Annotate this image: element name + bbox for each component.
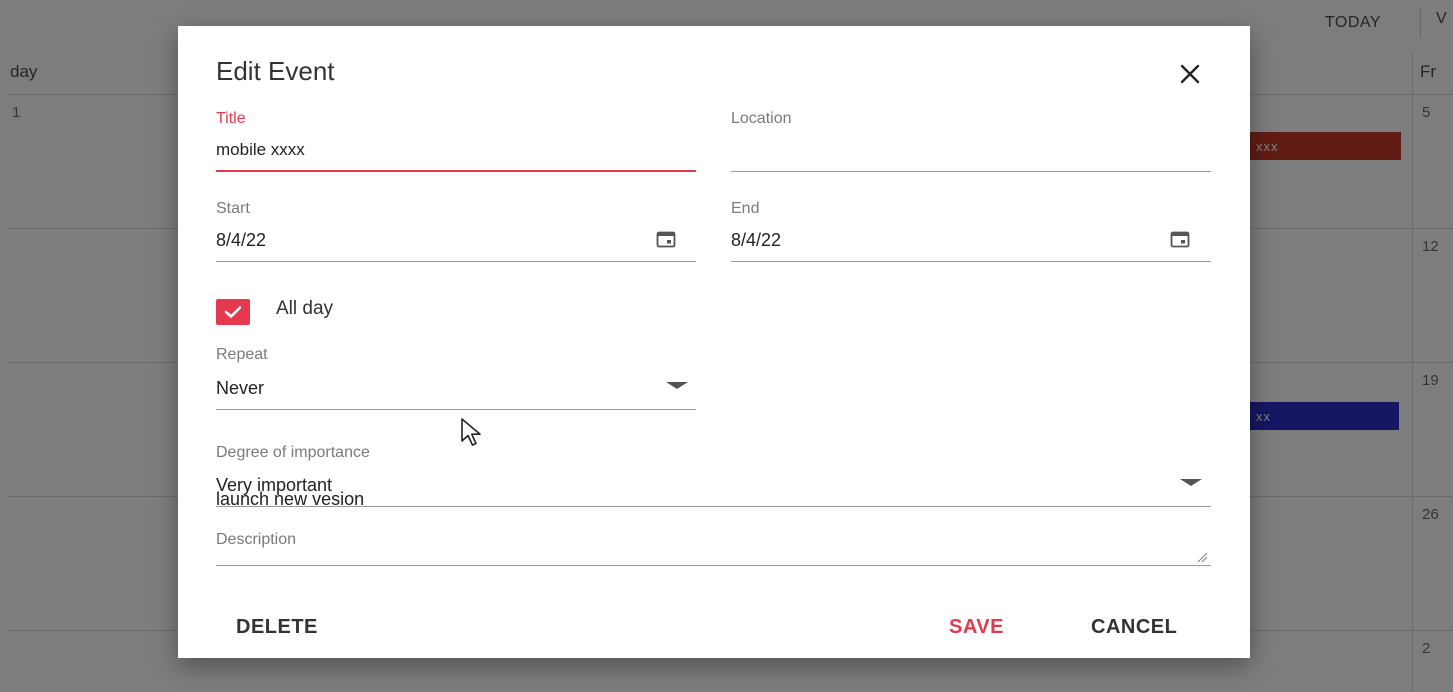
mouse-cursor-icon [461, 418, 481, 446]
end-date-input[interactable]: 8/4/22 [731, 230, 781, 251]
location-field[interactable]: Location [731, 110, 1211, 174]
save-button[interactable]: SAVE [949, 616, 1004, 639]
location-underline [731, 171, 1211, 172]
close-button[interactable] [1176, 60, 1204, 88]
chevron-down-icon[interactable] [666, 382, 688, 389]
importance-underline [216, 506, 1211, 507]
end-underline [731, 261, 1211, 262]
all-day-label[interactable]: All day [276, 298, 333, 320]
dialog-title: Edit Event [216, 56, 335, 86]
title-underline [216, 170, 696, 172]
checkmark-icon [224, 306, 242, 318]
importance-overflow-text: launch new vesion [216, 490, 365, 506]
importance-select[interactable]: Degree of importance Very important laun… [216, 444, 1211, 508]
end-label: End [731, 200, 760, 217]
description-label: Description [216, 531, 297, 548]
end-date-field[interactable]: End 8/4/22 [731, 200, 1211, 264]
calendar-icon[interactable] [656, 230, 676, 248]
repeat-underline [216, 409, 696, 410]
resize-handle-icon[interactable] [1196, 551, 1208, 563]
repeat-value[interactable]: Never [216, 378, 264, 399]
title-label: Title [216, 110, 246, 127]
start-date-field[interactable]: Start 8/4/22 [216, 200, 696, 264]
calendar-icon[interactable] [1170, 230, 1190, 248]
title-field[interactable]: Title mobile xxxx [216, 110, 696, 174]
chevron-down-icon[interactable] [1180, 479, 1202, 486]
start-underline [216, 261, 696, 262]
description-field[interactable]: Description [216, 531, 1211, 571]
close-icon [1180, 64, 1200, 84]
cancel-button[interactable]: CANCEL [1091, 616, 1177, 639]
delete-button[interactable]: DELETE [236, 616, 318, 639]
description-underline [216, 565, 1211, 566]
location-label: Location [731, 110, 792, 127]
importance-label: Degree of importance [216, 444, 370, 461]
start-label: Start [216, 200, 250, 217]
title-input[interactable]: mobile xxxx [216, 140, 305, 160]
edit-event-dialog: Edit Event Title mobile xxxx Location St… [178, 26, 1250, 658]
repeat-select[interactable]: Repeat Never [216, 346, 696, 412]
start-date-input[interactable]: 8/4/22 [216, 230, 266, 251]
repeat-label: Repeat [216, 346, 268, 363]
all-day-checkbox[interactable] [216, 299, 250, 325]
